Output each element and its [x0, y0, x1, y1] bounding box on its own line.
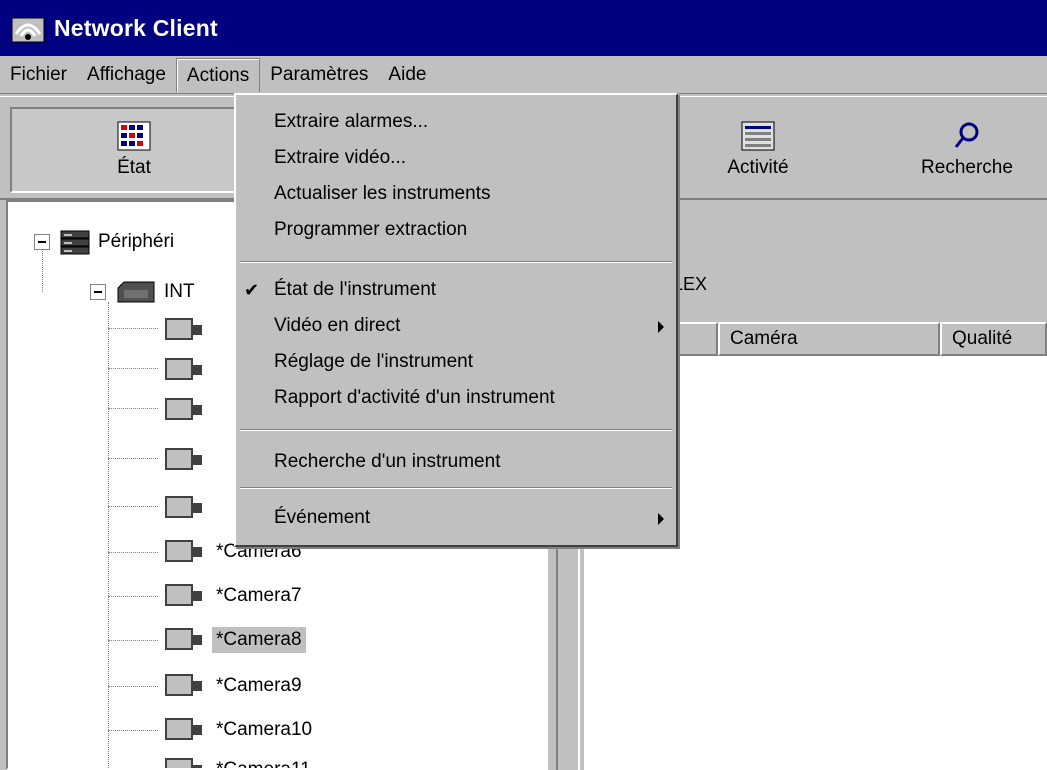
camera-row-hidden-5[interactable]: [164, 490, 212, 526]
collapse-icon[interactable]: [90, 284, 106, 300]
menu-item-label: Rapport d'activité d'un instrument: [274, 387, 555, 408]
menu-separator: [240, 429, 672, 431]
tree-line: [108, 458, 158, 459]
menu-parametres[interactable]: Paramètres: [260, 58, 378, 92]
toolbar-recherche-label: Recherche: [921, 157, 1013, 178]
menu-item-label: Événement: [274, 507, 371, 528]
camera-row-hidden-4[interactable]: [164, 442, 212, 478]
toolbar-recherche-button[interactable]: Recherche: [892, 107, 1042, 193]
column-header-camera[interactable]: Caméra: [718, 322, 940, 356]
menu-item-extraire-alarmes[interactable]: Extraire alarmes...: [236, 105, 676, 139]
tree-unit-label: INT: [164, 281, 195, 302]
camera-icon: [164, 715, 206, 745]
menu-item-label: Vidéo en direct: [274, 315, 401, 336]
tree-line: [108, 552, 158, 553]
toolbar-activite-button[interactable]: Activité: [668, 107, 848, 193]
menu-separator: [240, 261, 672, 263]
menu-item-label: État de l'instrument: [274, 279, 437, 300]
tree-line: [108, 302, 109, 768]
menu-item-etat-instrument[interactable]: ✔ État de l'instrument: [236, 273, 676, 307]
actions-menu: Extraire alarmes... Extraire vidéo... Ac…: [234, 93, 678, 547]
camera-label: *Camera11: [216, 759, 311, 770]
menu-item-rapport-activite[interactable]: Rapport d'activité d'un instrument: [236, 381, 676, 415]
search-icon: [954, 122, 979, 148]
menu-item-label: Recherche d'un instrument: [274, 451, 501, 472]
camera-row[interactable]: *Camera10: [164, 712, 316, 748]
camera-icon: [164, 493, 206, 523]
menu-item-reglage-instrument[interactable]: Réglage de l'instrument: [236, 345, 676, 379]
camera-icon: [164, 755, 206, 768]
menu-item-label: Extraire alarmes...: [274, 111, 429, 132]
camera-row-hidden-2[interactable]: [164, 352, 212, 388]
window-title: Network Client: [54, 14, 218, 41]
menu-item-label: Réglage de l'instrument: [274, 351, 474, 372]
camera-label: *Camera10: [216, 719, 313, 740]
menu-item-label: Actualiser les instruments: [274, 183, 491, 204]
toolbar-activite-label: Activité: [727, 157, 789, 178]
submenu-arrow-icon: [658, 321, 664, 333]
menu-item-extraire-video[interactable]: Extraire vidéo...: [236, 141, 676, 175]
camera-row[interactable]: *Camera9: [164, 668, 306, 704]
menu-item-video-en-direct[interactable]: Vidéo en direct: [236, 309, 676, 343]
activity-list-icon: [741, 121, 775, 151]
camera-icon: [164, 445, 206, 475]
camera-row[interactable]: *Camera11: [164, 752, 315, 770]
toolbar-etat-label: État: [117, 157, 151, 178]
camera-icon: [164, 315, 206, 345]
menu-actions[interactable]: Actions: [175, 57, 261, 92]
menu-separator: [240, 487, 672, 489]
camera-icon: [164, 581, 206, 611]
camera-icon: [164, 395, 206, 425]
menu-aide[interactable]: Aide: [378, 58, 436, 92]
menu-item-label: Programmer extraction: [274, 219, 468, 240]
camera-icon: [164, 671, 206, 701]
menu-bar: Fichier Affichage Actions Paramètres Aid…: [0, 56, 1047, 94]
tree-root-row[interactable]: Périphéri: [34, 224, 174, 260]
menu-affichage[interactable]: Affichage: [77, 58, 176, 92]
tree-line: [108, 730, 158, 731]
camera-icon: [164, 537, 206, 567]
tree-line: [108, 640, 158, 641]
submenu-arrow-icon: [658, 513, 664, 525]
camera-icon: [164, 625, 206, 655]
server-icon: [60, 230, 90, 255]
camera-row-hidden-3[interactable]: [164, 392, 212, 428]
menu-item-actualiser-instruments[interactable]: Actualiser les instruments: [236, 177, 676, 211]
column-header-qualite[interactable]: Qualité: [940, 322, 1047, 356]
title-bar: Network Client: [0, 0, 1047, 56]
tree-line: [108, 686, 158, 687]
camera-row-hidden-1[interactable]: [164, 312, 212, 348]
menu-item-recherche-instrument[interactable]: Recherche d'un instrument: [236, 445, 676, 479]
camera-label: *Camera8: [212, 627, 306, 653]
network-client-app-icon: [10, 10, 46, 46]
intellex-unit-icon: [117, 281, 155, 303]
collapse-icon[interactable]: [34, 234, 50, 250]
tree-root-label: Périphéri: [98, 231, 175, 252]
tree-unit-row[interactable]: INT: [90, 274, 195, 310]
menu-item-programmer-extraction[interactable]: Programmer extraction: [236, 213, 676, 247]
camera-label: *Camera7: [216, 585, 302, 606]
tree-line: [108, 408, 158, 409]
tree-line: [108, 596, 158, 597]
camera-label: *Camera9: [216, 675, 302, 696]
menu-item-evenement[interactable]: Événement: [236, 501, 676, 535]
toolbar-etat-button[interactable]: État: [10, 107, 258, 193]
menu-item-label: Extraire vidéo...: [274, 147, 406, 168]
check-icon: ✔: [244, 280, 260, 300]
camera-row-selected[interactable]: *Camera8: [164, 622, 306, 658]
menu-fichier[interactable]: Fichier: [0, 58, 77, 92]
camera-row[interactable]: *Camera7: [164, 578, 306, 614]
tree-line: [108, 328, 158, 329]
tree-line: [108, 506, 158, 507]
tree-line: [108, 368, 158, 369]
status-grid-icon: [117, 121, 151, 151]
camera-icon: [164, 355, 206, 385]
